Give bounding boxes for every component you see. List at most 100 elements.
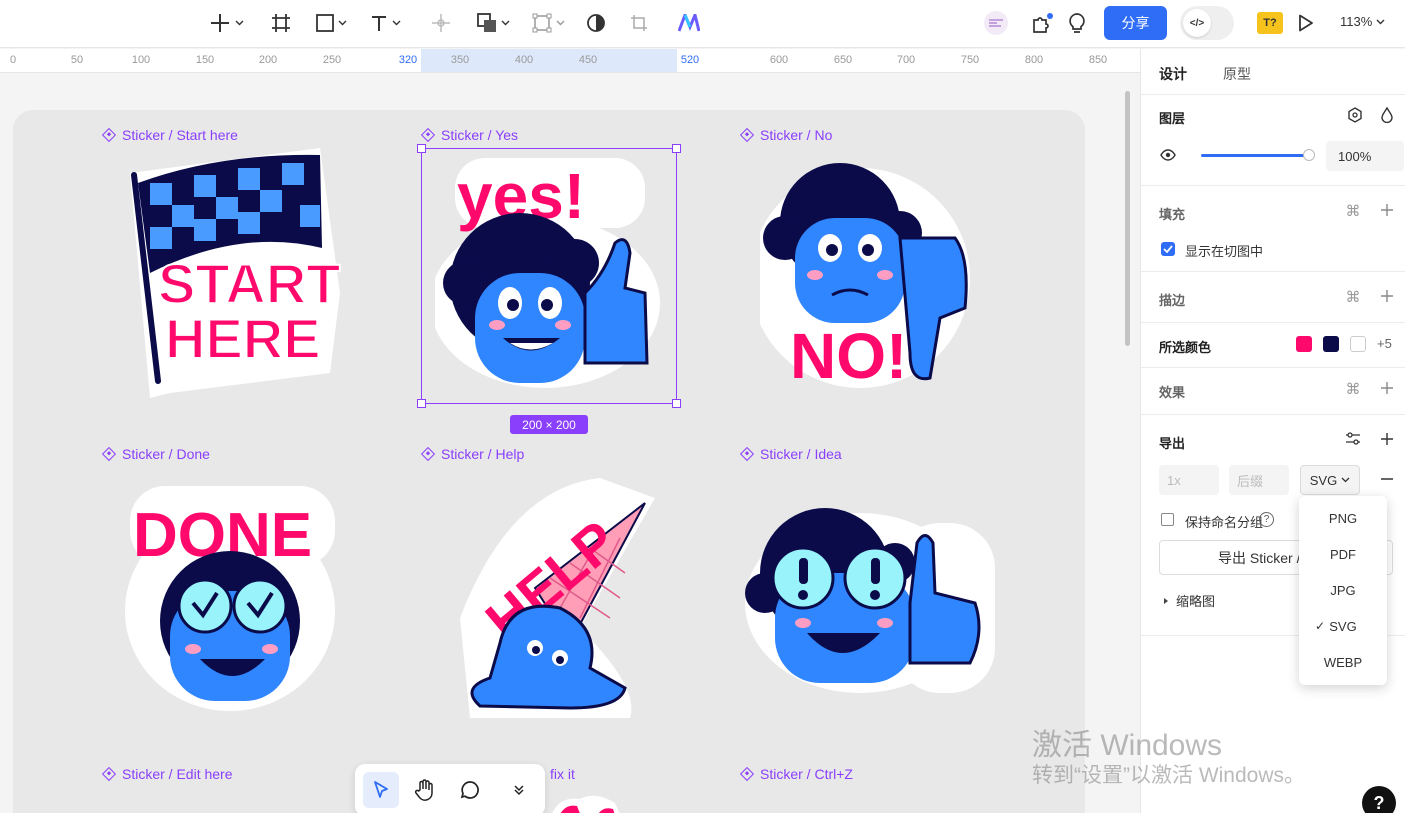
more-tools-button[interactable] (501, 772, 537, 808)
opacity-slider-track[interactable] (1201, 154, 1309, 157)
layer-style-button[interactable] (1378, 106, 1396, 124)
export-settings-button[interactable] (1344, 430, 1362, 448)
export-suffix-input[interactable]: 后缀 (1229, 465, 1289, 495)
add-effect-button[interactable] (1378, 378, 1396, 398)
show-in-slice-checkbox[interactable] (1161, 242, 1175, 256)
sticker-idea[interactable] (745, 503, 995, 693)
zoom-dropdown[interactable]: 113% (1340, 14, 1385, 29)
export-scale-input[interactable]: 1x (1159, 465, 1219, 495)
more-colors-count[interactable]: +5 (1377, 336, 1392, 351)
sticker-help[interactable]: HELP (450, 468, 660, 728)
opacity-slider-knob[interactable] (1303, 149, 1315, 161)
divider (1141, 94, 1405, 95)
frame-label-fix-it[interactable]: fix it (550, 766, 575, 782)
component-icon (739, 446, 755, 462)
component-tool-button[interactable] (429, 8, 453, 38)
color-swatch-white[interactable] (1350, 336, 1366, 352)
tab-design[interactable]: 设计 (1159, 64, 1187, 84)
add-export-button[interactable] (1378, 429, 1396, 449)
add-menu-button[interactable] (205, 8, 247, 38)
share-button[interactable]: 分享 (1104, 6, 1167, 40)
effect-style-button[interactable]: ⌘ (1344, 380, 1362, 398)
command-icon: ⌘ (1345, 289, 1361, 306)
mask-tool-button[interactable] (585, 8, 607, 38)
ruler-tick-label: 750 (960, 54, 980, 66)
dropdown-option-webp[interactable]: WEBP (1299, 644, 1387, 680)
export-format-select[interactable]: SVG (1300, 465, 1360, 495)
comment-tool-button[interactable] (452, 772, 488, 808)
sticker-no[interactable]: NO! (760, 158, 985, 393)
checkmark-icon (1163, 245, 1173, 253)
blend-mode-button[interactable] (1346, 106, 1364, 124)
dropdown-option-png[interactable]: PNG (1299, 500, 1387, 536)
ruler-tick-label: 650 (833, 54, 853, 66)
frame-label-help[interactable]: Sticker / Help (420, 446, 524, 462)
plus-icon (210, 14, 229, 32)
fill-style-button[interactable]: ⌘ (1344, 202, 1362, 220)
puzzle-icon (1033, 13, 1053, 33)
select-tool-button[interactable] (363, 772, 399, 808)
stroke-section-title: 描边 (1159, 293, 1186, 308)
frame-label-yes[interactable]: Sticker / Yes (420, 127, 518, 143)
resize-handle-bottom-right[interactable] (672, 399, 681, 408)
frame-label-done[interactable]: Sticker / Done (101, 446, 210, 462)
frame-icon (272, 14, 290, 32)
sticker-start-here[interactable]: START HERE (110, 143, 350, 403)
tips-button[interactable] (1066, 8, 1088, 38)
remove-export-button[interactable] (1379, 471, 1395, 487)
add-fill-button[interactable] (1378, 200, 1396, 220)
play-icon (1299, 14, 1313, 32)
stroke-style-button[interactable]: ⌘ (1344, 288, 1362, 306)
frame-label-idea[interactable]: Sticker / Idea (739, 446, 842, 462)
resize-handle-top-left[interactable] (417, 144, 426, 153)
chevron-down-icon (1376, 19, 1385, 24)
preview-button[interactable] (1296, 8, 1316, 38)
crop-tool-button[interactable] (628, 8, 650, 38)
hexagon-icon (1348, 107, 1362, 123)
thumbnail-toggle[interactable]: 缩略图 (1163, 591, 1215, 610)
frame-label-edit-here[interactable]: Sticker / Edit here (101, 766, 233, 782)
chevron-down-icon (1341, 477, 1350, 483)
dropdown-option-svg[interactable]: ✓ SVG (1299, 608, 1387, 644)
ruler-tick-label: 700 (896, 54, 916, 66)
frame-label-start-here[interactable]: Sticker / Start here (101, 127, 238, 143)
chevron-down-icon (501, 20, 509, 26)
keep-group-checkbox[interactable] (1161, 513, 1174, 526)
hand-tool-button[interactable] (407, 772, 443, 808)
ai-plugin-button[interactable] (677, 8, 701, 38)
color-swatch-navy[interactable] (1323, 336, 1339, 352)
frame-label-no[interactable]: Sticker / No (739, 127, 832, 143)
tab-prototype[interactable]: 原型 (1223, 64, 1251, 84)
selection-box[interactable] (417, 144, 681, 408)
vector-tool-button[interactable] (528, 8, 568, 38)
resize-handle-bottom-left[interactable] (417, 399, 426, 408)
question-icon[interactable]: ? (1259, 512, 1274, 527)
opacity-input[interactable]: 100% (1326, 141, 1404, 171)
comment-panel-button[interactable] (982, 8, 1010, 38)
component-icon (101, 446, 117, 462)
sticker-done[interactable]: DONE (125, 481, 340, 711)
frame-label-ctrl-z[interactable]: Sticker / Ctrl+Z (739, 766, 853, 782)
component-icon (101, 127, 117, 143)
text-tool-button[interactable] (365, 8, 405, 38)
divider (1141, 185, 1405, 186)
vertical-scrollbar[interactable] (1125, 91, 1130, 346)
ruler-tick-label: 150 (195, 54, 215, 66)
boolean-tool-button[interactable] (473, 8, 513, 38)
ruler-tick-label: 100 (131, 54, 151, 66)
design-canvas[interactable]: Sticker / Start here Sticker / Yes Stick… (0, 73, 1140, 813)
dropdown-option-jpg[interactable]: JPG (1299, 572, 1387, 608)
minus-icon (1381, 478, 1393, 480)
visibility-toggle[interactable] (1159, 147, 1177, 163)
shape-tool-button[interactable] (311, 8, 351, 38)
fill-section-title: 填充 (1159, 207, 1186, 222)
add-stroke-button[interactable] (1378, 286, 1396, 306)
plugins-button[interactable] (1029, 8, 1055, 38)
resize-handle-top-right[interactable] (672, 144, 681, 153)
font-missing-badge[interactable]: T? (1257, 12, 1283, 34)
frame-tool-button[interactable] (268, 8, 294, 38)
help-button[interactable]: ? (1362, 786, 1396, 813)
dev-mode-toggle[interactable]: </> (1180, 6, 1234, 40)
dropdown-option-pdf[interactable]: PDF (1299, 536, 1387, 572)
color-swatch-pink[interactable] (1296, 336, 1312, 352)
